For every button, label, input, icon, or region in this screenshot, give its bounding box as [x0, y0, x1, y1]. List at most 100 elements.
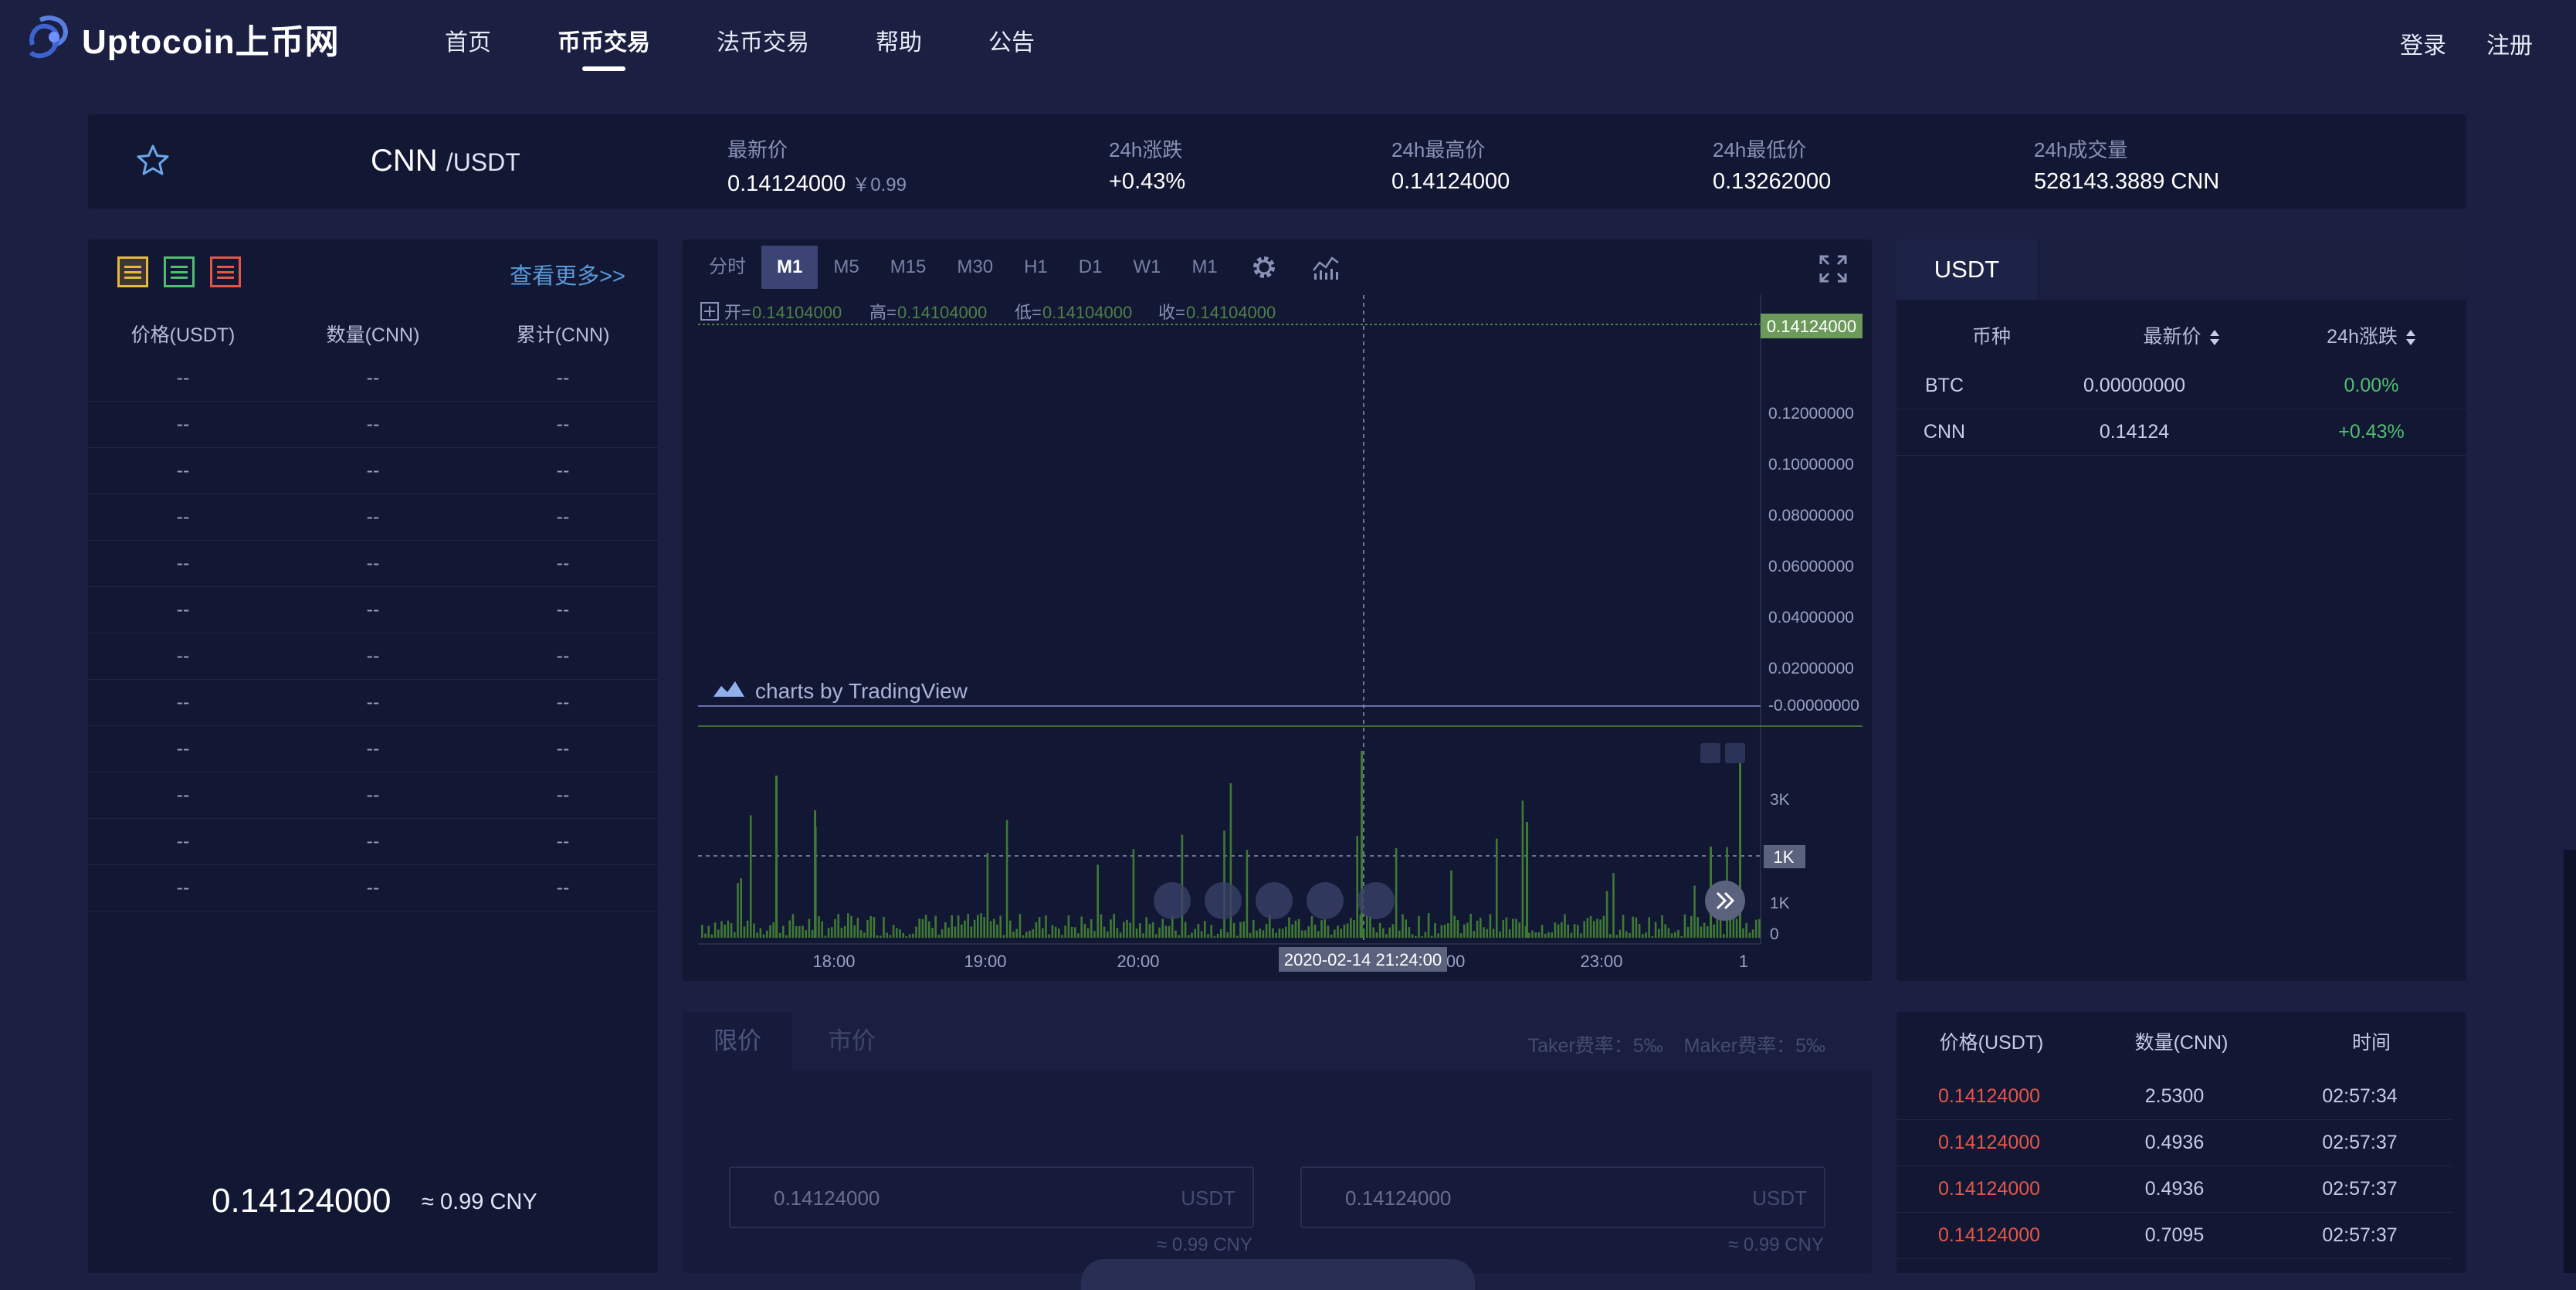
view-buy-icon[interactable]: [164, 256, 195, 287]
orderbook-row[interactable]: -- -- --: [88, 587, 658, 633]
submit-button[interactable]: [1081, 1259, 1475, 1290]
volume-bar: [1119, 932, 1122, 938]
fullscreen-icon[interactable]: [1818, 253, 1849, 284]
orderbook-row[interactable]: -- -- --: [88, 680, 658, 726]
volume-bar: [1009, 920, 1012, 938]
orderbook-row[interactable]: -- -- --: [88, 541, 658, 587]
login-link[interactable]: 登录: [2400, 26, 2446, 60]
volume-bar: [1635, 917, 1638, 938]
reset-icon[interactable]: [1256, 882, 1293, 919]
volume-bar: [924, 915, 927, 938]
view-both-icon[interactable]: [117, 256, 148, 287]
scroll-left-icon[interactable]: [1307, 882, 1344, 919]
timeframe-h1[interactable]: H1: [1008, 246, 1063, 289]
buy-price-input[interactable]: 0.14124000 USDT: [729, 1166, 1254, 1228]
tab-market[interactable]: 市价: [797, 1012, 907, 1071]
col-coin[interactable]: 币种: [1896, 321, 2086, 349]
volume-bar: [1019, 914, 1022, 938]
see-more-link[interactable]: 查看更多>>: [510, 258, 625, 290]
pane-down-icon[interactable]: [1725, 743, 1745, 763]
volume-bar: [899, 929, 901, 938]
volume-bar: [1589, 915, 1592, 938]
orderbook-row[interactable]: -- -- --: [88, 865, 658, 911]
trade-price: 0.14124000: [1937, 1132, 2041, 1153]
page-scrollbar[interactable]: [2564, 850, 2576, 1273]
volume-bar: [1113, 914, 1115, 938]
volume-bar: [785, 935, 788, 938]
nav-spot-trading[interactable]: 币币交易: [558, 23, 650, 71]
orderbook-row[interactable]: -- -- --: [88, 772, 658, 819]
volume-bar: [1437, 933, 1439, 938]
volume-bar: [937, 934, 941, 938]
volume-bar: [743, 926, 746, 938]
timeframe-m15[interactable]: M15: [875, 246, 942, 289]
volume-bar: [1356, 836, 1358, 938]
market-row-btc[interactable]: BTC 0.00000000 0.00%: [1896, 363, 2466, 409]
timeframe-m30[interactable]: M30: [941, 246, 1008, 289]
orderbook-row[interactable]: -- -- --: [88, 819, 658, 865]
volume-bar: [1174, 930, 1177, 938]
orderbook-last-price: 0.14124000: [212, 1182, 391, 1220]
timeframe-m5[interactable]: M5: [818, 246, 874, 289]
market-row-cnn[interactable]: CNN 0.14124 +0.43%: [1896, 409, 2466, 456]
volume-bar: [1537, 932, 1541, 938]
time-tick-label: 20:00: [1117, 952, 1159, 971]
orderbook-amount: --: [366, 691, 380, 713]
volume-bar: [1541, 925, 1544, 938]
nav-announcements[interactable]: 公告: [988, 23, 1035, 66]
volume-bar: [1499, 931, 1501, 938]
volume-bar: [1609, 934, 1612, 938]
scroll-right-icon[interactable]: [1357, 882, 1395, 919]
volume-bar: [1661, 915, 1663, 938]
pane-up-icon[interactable]: [1700, 743, 1720, 763]
col-24h-change[interactable]: 24h涨跌: [2276, 321, 2466, 349]
volume-bar: [1291, 924, 1293, 938]
indicators-icon[interactable]: [1310, 252, 1341, 283]
orderbook-row[interactable]: -- -- --: [88, 402, 658, 448]
nav-help[interactable]: 帮助: [876, 23, 922, 66]
timeframe-m1[interactable]: M1: [761, 246, 819, 289]
price-chart[interactable]: 开= 0.14104000 高= 0.14104000 低= 0.1410400…: [690, 295, 1864, 975]
volume-bar: [1378, 922, 1381, 938]
volume-bar: [1515, 918, 1517, 938]
col-amount: 数量(CNN): [326, 324, 420, 346]
logo[interactable]: Uptocoin上币网: [26, 14, 340, 63]
timeframe-month[interactable]: M1: [1176, 246, 1232, 289]
orderbook-total: --: [556, 413, 570, 435]
view-sell-icon[interactable]: [210, 256, 241, 287]
volume-bar: [1713, 924, 1715, 938]
orderbook-row[interactable]: -- -- --: [88, 633, 658, 680]
volume-bar: [1531, 930, 1534, 938]
gear-icon[interactable]: [1249, 252, 1280, 283]
orderbook-row[interactable]: -- -- --: [88, 448, 658, 494]
nav-fiat-trading[interactable]: 法币交易: [717, 23, 809, 66]
volume-bar: [1528, 932, 1530, 938]
register-link[interactable]: 注册: [2486, 26, 2533, 60]
price-tick-label: 0.06000000: [1768, 558, 1854, 575]
tab-usdt[interactable]: USDT: [1896, 239, 2037, 300]
nav-home[interactable]: 首页: [445, 23, 491, 66]
timeframe-line[interactable]: 分时: [693, 246, 761, 289]
coin-change: +0.43%: [2338, 421, 2405, 443]
orderbook-row[interactable]: -- -- --: [88, 726, 658, 772]
volume-bar: [1492, 928, 1495, 938]
zoom-in-icon[interactable]: [1205, 882, 1242, 919]
zoom-out-icon[interactable]: [1154, 882, 1191, 919]
volume-bar: [908, 934, 911, 938]
col-last-price[interactable]: 最新价: [2086, 321, 2276, 349]
volume-bar: [1593, 921, 1595, 938]
favorite-star-icon[interactable]: [134, 142, 171, 179]
tab-limit[interactable]: 限价: [683, 1012, 792, 1071]
volume-bar: [1567, 925, 1569, 938]
volume-bar: [1048, 934, 1050, 938]
volume-bar: [1168, 925, 1171, 938]
stat-label: 24h最高价: [1391, 138, 1486, 161]
orderbook-row[interactable]: -- -- --: [88, 355, 658, 402]
timeframe-w1[interactable]: W1: [1117, 246, 1176, 289]
orderbook-price: --: [176, 738, 190, 759]
sell-price-input[interactable]: 0.14124000 USDT: [1300, 1166, 1825, 1228]
volume-bar: [1064, 925, 1066, 938]
orderbook-row[interactable]: -- -- --: [88, 494, 658, 541]
timeframe-d1[interactable]: D1: [1063, 246, 1118, 289]
volume-bar: [1278, 928, 1281, 938]
